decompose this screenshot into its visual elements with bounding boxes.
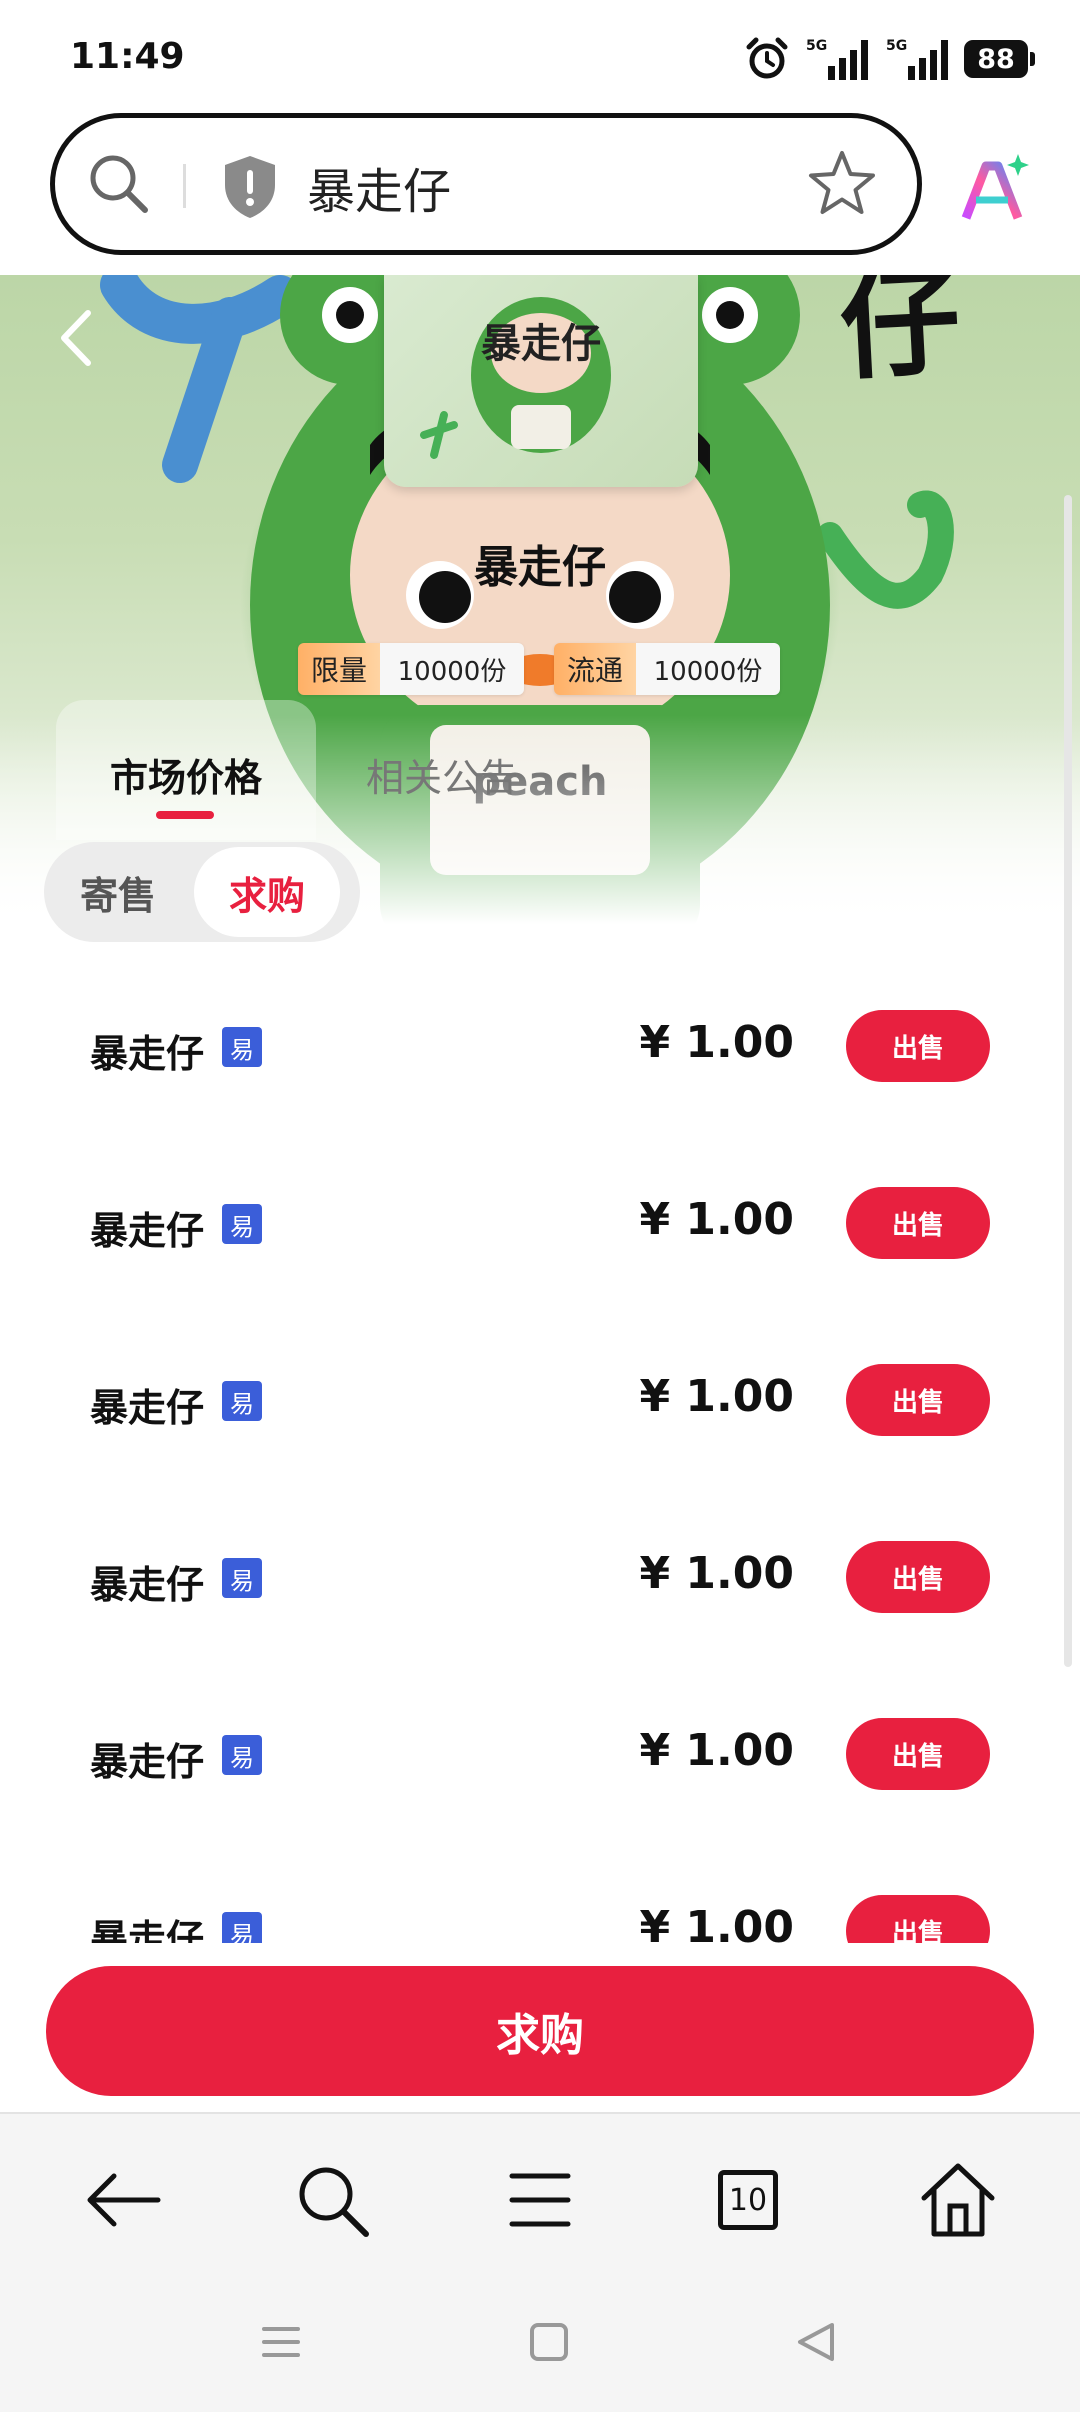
nav-home-icon[interactable] bbox=[524, 2317, 574, 2367]
list-item: 暴走仔 易 ¥ 1.00 出售 bbox=[0, 1122, 1080, 1299]
search-icon[interactable] bbox=[85, 150, 153, 218]
product-hero: peach 仔 暴走仔 暴走仔 限量 10000份 流通 10000份 市场价格… bbox=[0, 275, 1080, 935]
sell-button[interactable]: 出售 bbox=[846, 1718, 990, 1790]
signal-icon: 5G bbox=[806, 38, 868, 80]
tab-active-indicator bbox=[156, 811, 214, 819]
list-item-name: 暴走仔 bbox=[90, 1032, 205, 1076]
circulation-tag-value: 10000份 bbox=[636, 643, 780, 695]
list-item-badge: 易 bbox=[222, 1735, 262, 1775]
tabs-icon[interactable]: 10 bbox=[706, 2158, 790, 2242]
nav-back-icon[interactable] bbox=[792, 2317, 842, 2367]
purchase-button[interactable]: 求购 bbox=[46, 1966, 1034, 2096]
list-item-price: ¥ 1.00 bbox=[639, 1371, 795, 1422]
shield-icon[interactable] bbox=[221, 154, 279, 220]
ai-icon[interactable] bbox=[958, 152, 1030, 224]
sell-button[interactable]: 出售 bbox=[846, 1010, 990, 1082]
svg-text:5G: 5G bbox=[886, 38, 907, 54]
toggle-purchase[interactable]: 求购 bbox=[194, 847, 340, 937]
tabs-count: 10 bbox=[718, 2170, 778, 2230]
list-item-badge: 易 bbox=[222, 1027, 262, 1067]
address-query[interactable]: 暴走仔 bbox=[307, 152, 451, 222]
list-item: 暴走仔 易 ¥ 1.00 出售 bbox=[0, 945, 1080, 1122]
browser-bar: 暴走仔 bbox=[0, 110, 1080, 275]
list-item-name: 暴走仔 bbox=[90, 1917, 205, 1943]
sell-button[interactable]: 出售 bbox=[846, 1541, 990, 1613]
status-bar: 11:49 5G 5G 88 bbox=[0, 0, 1080, 110]
address-divider bbox=[183, 164, 186, 208]
product-name: 暴走仔 bbox=[474, 542, 606, 593]
thumbnail-artwork bbox=[420, 297, 611, 459]
battery-icon: 88 bbox=[964, 40, 1035, 78]
list-item-badge: 易 bbox=[222, 1381, 262, 1421]
list-item: 暴走仔 易 ¥ 1.00 出售 bbox=[0, 1299, 1080, 1476]
order-type-toggle: 寄售 求购 bbox=[44, 842, 360, 942]
tab-market-price[interactable]: 市场价格 bbox=[110, 747, 262, 802]
hero-deco-text: 仔 bbox=[836, 275, 964, 398]
star-icon[interactable] bbox=[807, 148, 877, 218]
list-item-price: ¥ 1.00 bbox=[639, 1017, 795, 1068]
status-time: 11:49 bbox=[70, 36, 185, 77]
list-item-name: 暴走仔 bbox=[90, 1563, 205, 1607]
browser-toolbar: 10 bbox=[0, 2112, 1080, 2287]
back-arrow-icon[interactable] bbox=[82, 2158, 166, 2242]
list-item-price: ¥ 1.00 bbox=[639, 1548, 795, 1599]
alarm-icon bbox=[746, 37, 788, 79]
circulation-tag-key: 流通 bbox=[554, 643, 636, 695]
svg-text:5G: 5G bbox=[806, 38, 827, 54]
circulation-tag: 流通 10000份 bbox=[554, 643, 780, 695]
list-item-badge: 易 bbox=[222, 1558, 262, 1598]
list-item-price: ¥ 1.00 bbox=[639, 1902, 795, 1943]
list-item-badge: 易 bbox=[222, 1204, 262, 1244]
list-item: 暴走仔 易 ¥ 1.00 出售 bbox=[0, 1830, 1080, 1943]
list-item-price: ¥ 1.00 bbox=[639, 1725, 795, 1776]
list-item-name: 暴走仔 bbox=[90, 1386, 205, 1430]
status-icons: 5G 5G 88 bbox=[744, 36, 1035, 82]
list-item: 暴走仔 易 ¥ 1.00 出售 bbox=[0, 1653, 1080, 1830]
signal-icon: 5G bbox=[886, 38, 948, 80]
system-nav-bar bbox=[0, 2287, 1080, 2412]
thumbnail-title: 暴走仔 bbox=[481, 321, 601, 367]
menu-icon[interactable] bbox=[498, 2158, 582, 2242]
home-icon[interactable] bbox=[916, 2158, 1000, 2242]
list-item-price: ¥ 1.00 bbox=[639, 1194, 795, 1245]
purchase-list: 暴走仔 易 ¥ 1.00 出售 暴走仔 易 ¥ 1.00 出售 暴走仔 易 ¥ … bbox=[0, 945, 1080, 1943]
list-item-name: 暴走仔 bbox=[90, 1740, 205, 1784]
sell-button[interactable]: 出售 bbox=[846, 1187, 990, 1259]
search-icon[interactable] bbox=[290, 2158, 374, 2242]
toggle-consign[interactable]: 寄售 bbox=[44, 842, 192, 942]
sell-button[interactable]: 出售 bbox=[846, 1364, 990, 1436]
back-chevron-icon[interactable] bbox=[56, 307, 96, 369]
address-bar[interactable]: 暴走仔 bbox=[50, 113, 922, 255]
sell-button[interactable]: 出售 bbox=[846, 1895, 990, 1943]
tab-related-notice[interactable]: 相关公告 bbox=[366, 747, 518, 802]
list-item-name: 暴走仔 bbox=[90, 1209, 205, 1253]
list-item-badge: 易 bbox=[222, 1912, 262, 1943]
product-thumbnail[interactable]: 暴走仔 bbox=[384, 275, 698, 487]
list-item: 暴走仔 易 ¥ 1.00 出售 bbox=[0, 1476, 1080, 1653]
recent-apps-icon[interactable] bbox=[256, 2317, 306, 2367]
limit-tag-value: 10000份 bbox=[380, 643, 524, 695]
limit-tag: 限量 10000份 bbox=[298, 643, 524, 695]
limit-tag-key: 限量 bbox=[298, 643, 380, 695]
